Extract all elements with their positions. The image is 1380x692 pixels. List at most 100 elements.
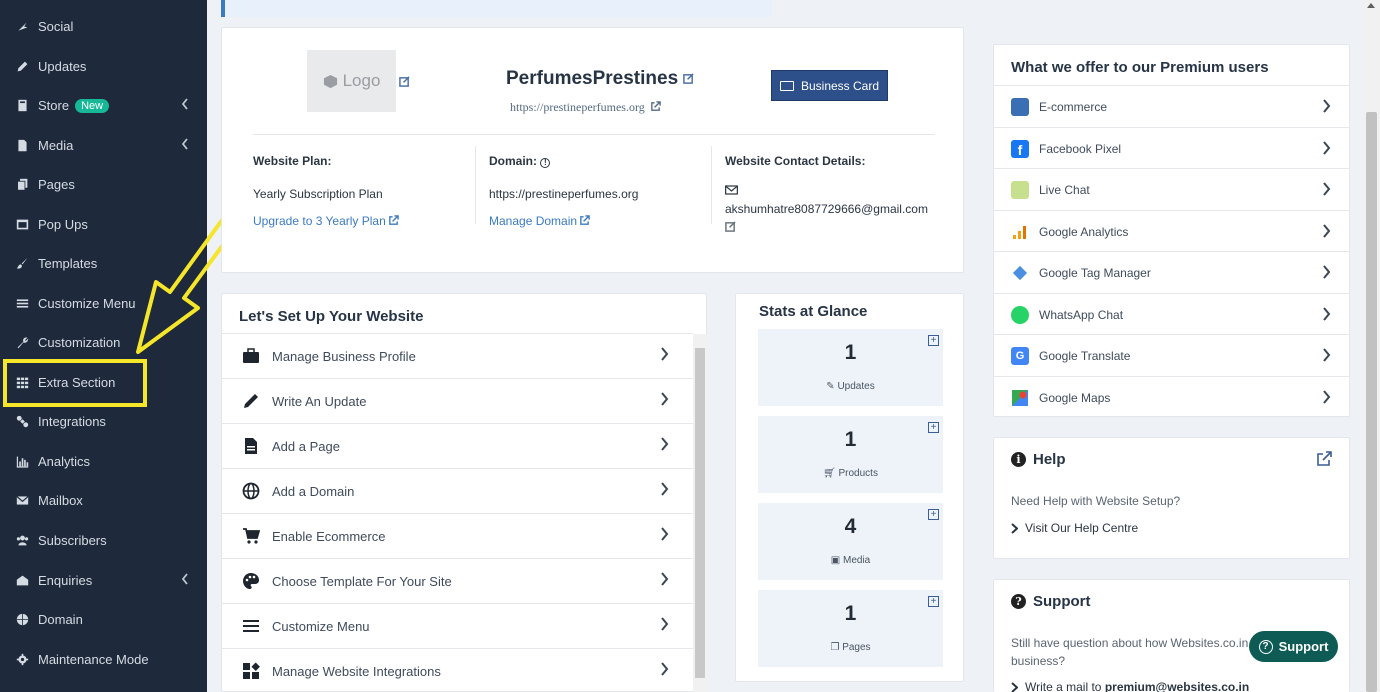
help-centre-link[interactable]: Visit Our Help Centre xyxy=(1011,521,1138,535)
sidebar-item-label: Customize Menu xyxy=(38,296,136,311)
support-chat-button[interactable]: ? Support xyxy=(1249,631,1338,662)
sidebar-item-store[interactable]: Store New xyxy=(0,86,207,125)
chevron-right-icon xyxy=(660,572,669,589)
edit-logo-icon[interactable] xyxy=(399,74,410,92)
help-centre-text: Visit Our Help Centre xyxy=(1025,521,1139,535)
sidebar-item-maintenance-mode[interactable]: Maintenance Mode xyxy=(0,640,207,679)
setup-row-add-page[interactable]: Add a Page xyxy=(222,423,693,468)
premium-row-google-translate[interactable]: G Google Translate xyxy=(994,334,1350,376)
setup-scroll-thumb[interactable] xyxy=(695,348,705,678)
sidebar-item-integrations[interactable]: Integrations xyxy=(0,402,207,441)
setup-row-label: Customize Menu xyxy=(272,618,370,634)
sidebar-item-label: Domain xyxy=(38,612,83,627)
upgrade-plan-link[interactable]: Upgrade to 3 Yearly Plan xyxy=(253,214,399,228)
stat-updates[interactable]: + 1 ✎ Updates xyxy=(758,329,943,406)
manage-domain-link[interactable]: Manage Domain xyxy=(489,214,638,228)
support-mail-link[interactable]: Write a mail to premium@websites.co.in xyxy=(1011,680,1249,692)
stat-pages[interactable]: + 1 ❐ Pages xyxy=(758,590,943,667)
sidebar-item-enquiries[interactable]: Enquiries xyxy=(0,561,207,600)
stat-label: Products xyxy=(838,468,878,479)
stat-products[interactable]: + 1 🛒︎ Products xyxy=(758,416,943,493)
external-link-icon xyxy=(388,215,399,226)
sidebar-item-updates[interactable]: Updates xyxy=(0,47,207,86)
premium-row-whatsapp-chat[interactable]: WhatsApp Chat xyxy=(994,293,1350,335)
page-scrollbar[interactable] xyxy=(1363,0,1380,692)
info-icon: i xyxy=(1011,452,1026,467)
stat-label: Media xyxy=(842,555,871,566)
business-card-label: Business Card xyxy=(800,78,880,93)
pages-icon: ❐ xyxy=(830,642,840,653)
premium-row-google-tag-manager[interactable]: Google Tag Manager xyxy=(994,251,1350,293)
help-question: Need Help with Website Setup? xyxy=(1011,494,1181,508)
sidebar-item-media[interactable]: Media xyxy=(0,126,207,165)
sidebar-item-social[interactable]: Social xyxy=(0,7,207,46)
google-translate-icon: G xyxy=(1011,346,1029,365)
chevron-right-icon xyxy=(660,617,669,634)
stat-label: Updates xyxy=(837,381,875,392)
google-tag-manager-icon xyxy=(1011,264,1029,282)
setup-row-integrations[interactable]: Manage Website Integrations xyxy=(222,648,693,692)
edit-name-icon[interactable] xyxy=(683,68,695,89)
setup-row-add-domain[interactable]: Add a Domain xyxy=(222,468,693,513)
support-text-line2: business? xyxy=(1011,654,1066,668)
site-url-link[interactable]: https://prestineperfumes.org xyxy=(510,100,661,115)
premium-row-label: Facebook Pixel xyxy=(1039,141,1122,156)
sidebar-item-subscribers[interactable]: Subscribers xyxy=(0,521,207,560)
sidebar-item-domain[interactable]: Domain xyxy=(0,600,207,639)
setup-row-choose-template[interactable]: Choose Template For Your Site xyxy=(222,558,693,603)
widgets-icon xyxy=(241,662,260,681)
brush-icon xyxy=(14,256,30,272)
page-scroll-thumb[interactable] xyxy=(1366,112,1377,692)
premium-row-label: Google Tag Manager xyxy=(1039,265,1151,280)
sidebar-item-label: Templates xyxy=(38,256,98,271)
external-link-icon xyxy=(579,215,590,226)
chevron-left-icon xyxy=(181,98,191,112)
setup-row-business-profile[interactable]: Manage Business Profile xyxy=(222,333,693,378)
sidebar-item-analytics[interactable]: Analytics xyxy=(0,442,207,481)
help-circle-icon[interactable]: ! xyxy=(540,158,551,168)
store-icon xyxy=(14,98,30,114)
pencil-icon: ✎ xyxy=(826,381,835,392)
chevron-right-icon xyxy=(1011,522,1018,534)
premium-row-google-analytics[interactable]: Google Analytics xyxy=(994,210,1350,252)
sidebar-item-label: Pages xyxy=(38,177,75,192)
setup-row-label: Choose Template For Your Site xyxy=(272,573,452,589)
envelope-icon xyxy=(725,182,928,200)
stat-value: 1 xyxy=(844,428,857,451)
stat-media[interactable]: + 4 ▣ Media xyxy=(758,503,943,580)
logo-placeholder[interactable]: Logo xyxy=(307,50,396,112)
external-link-icon[interactable] xyxy=(1316,451,1332,472)
premium-row-google-maps[interactable]: Google Maps xyxy=(994,376,1350,418)
premium-title: What we offer to our Premium users xyxy=(1011,59,1269,76)
business-card-button[interactable]: Business Card xyxy=(771,70,888,101)
help-card: i Help Need Help with Website Setup? Vis… xyxy=(993,437,1350,559)
cart-icon: 🛒︎ xyxy=(823,468,836,479)
chevron-right-icon xyxy=(660,437,669,454)
setup-row-enable-ecommerce[interactable]: Enable Ecommerce xyxy=(222,513,693,558)
chevron-left-icon xyxy=(181,138,191,152)
setup-row-label: Add a Page xyxy=(272,438,340,454)
setup-row-write-update[interactable]: Write An Update xyxy=(222,378,693,423)
edit-contact-icon[interactable] xyxy=(725,219,928,237)
stats-title: Stats at Glance xyxy=(759,303,868,320)
sidebar-item-mailbox[interactable]: Mailbox xyxy=(0,481,207,520)
premium-row-live-chat[interactable]: Live Chat xyxy=(994,168,1350,210)
chevron-right-icon xyxy=(660,392,669,409)
setup-scrollbar[interactable] xyxy=(693,334,707,692)
stat-value: 1 xyxy=(844,602,857,625)
live-chat-icon xyxy=(1011,180,1029,199)
premium-row-label: E-commerce xyxy=(1039,99,1108,114)
chevron-right-icon xyxy=(1011,681,1018,692)
column-divider xyxy=(475,146,476,224)
sidebar-item-label: Analytics xyxy=(38,454,91,469)
contact-email: akshumhatre8087729666@gmail.com xyxy=(725,202,928,216)
site-name: PerfumesPrestines xyxy=(506,68,695,90)
premium-row-ecommerce[interactable]: E-commerce xyxy=(994,85,1350,127)
setup-row-customize-menu[interactable]: Customize Menu xyxy=(222,603,693,648)
domain-label-row: Domain: ! xyxy=(489,154,638,168)
chevron-right-icon xyxy=(660,527,669,544)
premium-row-facebook-pixel[interactable]: f Facebook Pixel xyxy=(994,127,1350,169)
image-icon: ▣ xyxy=(830,555,841,566)
help-title-row: i Help xyxy=(1011,451,1066,468)
scroll-up-arrow[interactable] xyxy=(1367,3,1375,8)
